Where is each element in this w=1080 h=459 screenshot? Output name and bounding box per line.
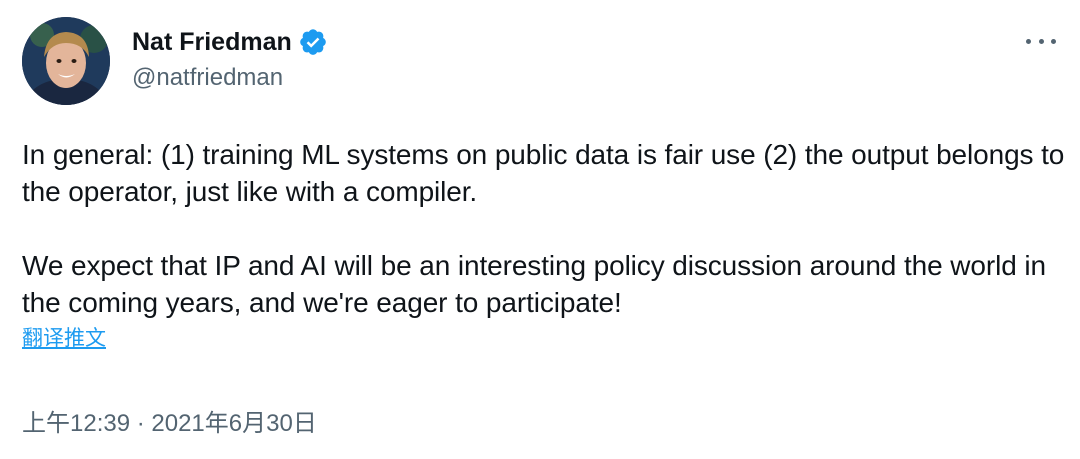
avatar[interactable]: [22, 17, 110, 105]
more-dot: [1038, 38, 1044, 44]
more-dot: [1051, 38, 1056, 44]
tweet-timestamp[interactable]: 上午12:39 · 2021年6月30日: [22, 409, 317, 439]
more-dot: [1026, 38, 1031, 44]
tweet-paragraph: We expect that IP and AI will be an inte…: [22, 250, 1046, 318]
author-handle[interactable]: @natfriedman: [132, 64, 283, 92]
author-row: Nat Friedman: [132, 26, 328, 58]
author-name[interactable]: Nat Friedman: [132, 27, 292, 57]
avatar-image: [22, 17, 110, 105]
tweet-text: In general: (1) training ML systems on p…: [22, 136, 1067, 321]
more-options-icon[interactable]: [1026, 30, 1056, 52]
translate-tweet-link[interactable]: 翻译推文: [22, 326, 106, 352]
tweet-card: Nat Friedman @natfriedman In general: (1…: [0, 0, 1080, 459]
tweet-paragraph: In general: (1) training ML systems on p…: [22, 139, 1065, 207]
verified-badge-icon: [298, 27, 328, 57]
